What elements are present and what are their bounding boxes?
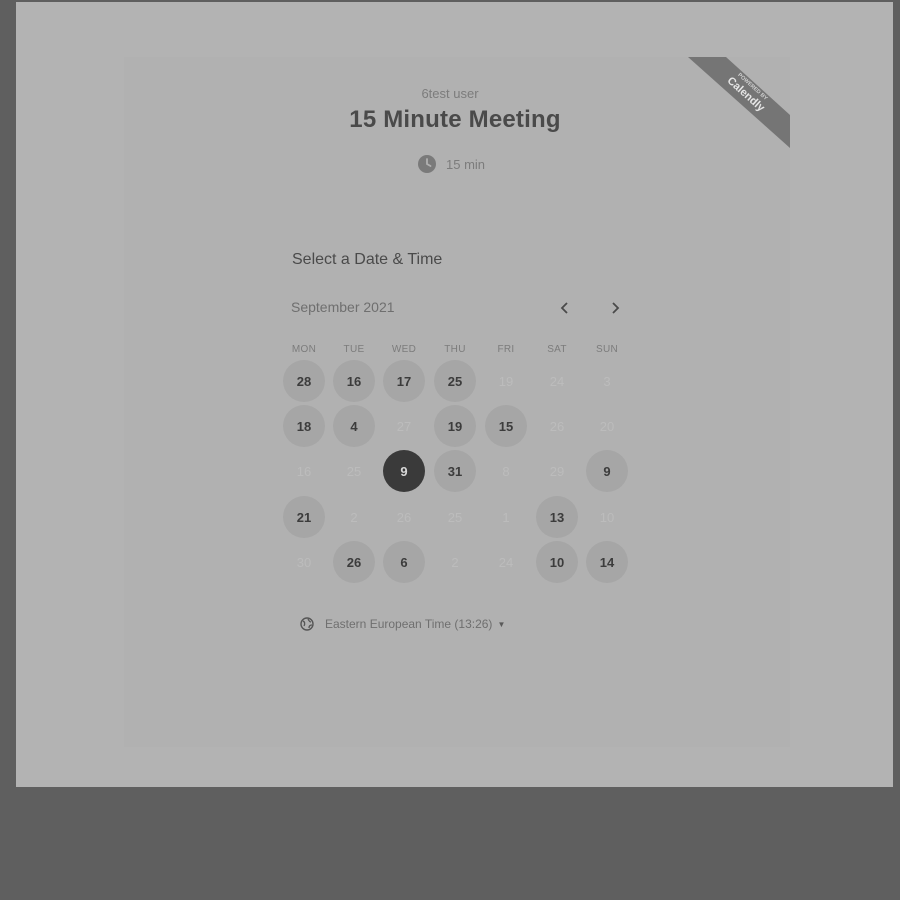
calendar-day-unavailable: 26: [549, 418, 565, 434]
event-duration: 15 min: [418, 155, 485, 173]
calendar-day-unavailable: 27: [396, 418, 412, 434]
calendar-day-available[interactable]: 31: [434, 450, 476, 492]
weekday-label: TUE: [343, 344, 365, 355]
calendar-day-available[interactable]: 15: [485, 405, 527, 447]
timezone-label: Eastern European Time (13:26): [325, 617, 493, 631]
calendar-day-selected[interactable]: 9: [383, 450, 425, 492]
calendar-day-available[interactable]: 4: [333, 405, 375, 447]
weekday-label: MON: [291, 344, 317, 355]
calendar-day-unavailable: 2: [451, 554, 459, 570]
clock-icon: [418, 155, 436, 173]
calendar-day-available[interactable]: 10: [536, 541, 578, 583]
calendar-day-available[interactable]: 16: [333, 360, 375, 402]
calendar-day-unavailable: 24: [498, 554, 514, 570]
powered-by-calendly-badge[interactable]: POWERED BY Calendly: [688, 57, 790, 148]
calendar-day-unavailable: 1: [502, 509, 510, 525]
calendar-day-available[interactable]: 26: [333, 541, 375, 583]
calendar-day-unavailable: 3: [603, 373, 611, 389]
calendar-day-available[interactable]: 25: [434, 360, 476, 402]
weekday-label: THU: [444, 344, 466, 355]
weekday-label: WED: [391, 344, 417, 355]
calendar-day-unavailable: 8: [502, 463, 510, 479]
globe-icon: [300, 617, 314, 631]
calendar-day-unavailable: 26: [396, 509, 412, 525]
calendar-day-available[interactable]: 21: [283, 496, 325, 538]
calendar-day-available[interactable]: 18: [283, 405, 325, 447]
host-name: 6test user: [421, 86, 479, 101]
calendar-day-available[interactable]: 13: [536, 496, 578, 538]
calendar-day-available[interactable]: 14: [586, 541, 628, 583]
select-date-heading: Select a Date & Time: [292, 251, 443, 268]
month-label: September 2021: [291, 299, 395, 315]
calendar-day-unavailable: 2: [350, 509, 358, 525]
caret-down-icon: ▼: [497, 619, 506, 629]
next-month-button[interactable]: [606, 298, 624, 318]
calendar-day-unavailable: 19: [498, 373, 514, 389]
calendar-day-unavailable: 20: [599, 418, 615, 434]
previous-month-button[interactable]: [556, 298, 574, 318]
calendar-day-available[interactable]: 6: [383, 541, 425, 583]
calendar-day-unavailable: 16: [296, 463, 312, 479]
calendar-day-unavailable: 25: [447, 509, 463, 525]
chevron-right-icon: [612, 302, 620, 314]
event-title: 15 Minute Meeting: [349, 106, 561, 133]
calendar-day-available[interactable]: 19: [434, 405, 476, 447]
weekday-label: SUN: [595, 344, 618, 355]
calendar-day-unavailable: 24: [549, 373, 565, 389]
calendar-day-unavailable: 10: [599, 509, 615, 525]
calendar-day-unavailable: 29: [549, 463, 565, 479]
calendar-day-available[interactable]: 28: [283, 360, 325, 402]
duration-label: 15 min: [446, 156, 486, 172]
calendar-day-unavailable: 25: [346, 463, 362, 479]
weekday-label: FRI: [497, 344, 515, 355]
timezone-selector[interactable]: Eastern European Time (13:26) ▼: [300, 616, 505, 632]
calendar-day-available[interactable]: 17: [383, 360, 425, 402]
calendar-day-available[interactable]: 9: [586, 450, 628, 492]
chevron-left-icon: [560, 302, 568, 314]
weekday-label: SAT: [547, 344, 567, 355]
calendar-day-unavailable: 30: [296, 554, 312, 570]
